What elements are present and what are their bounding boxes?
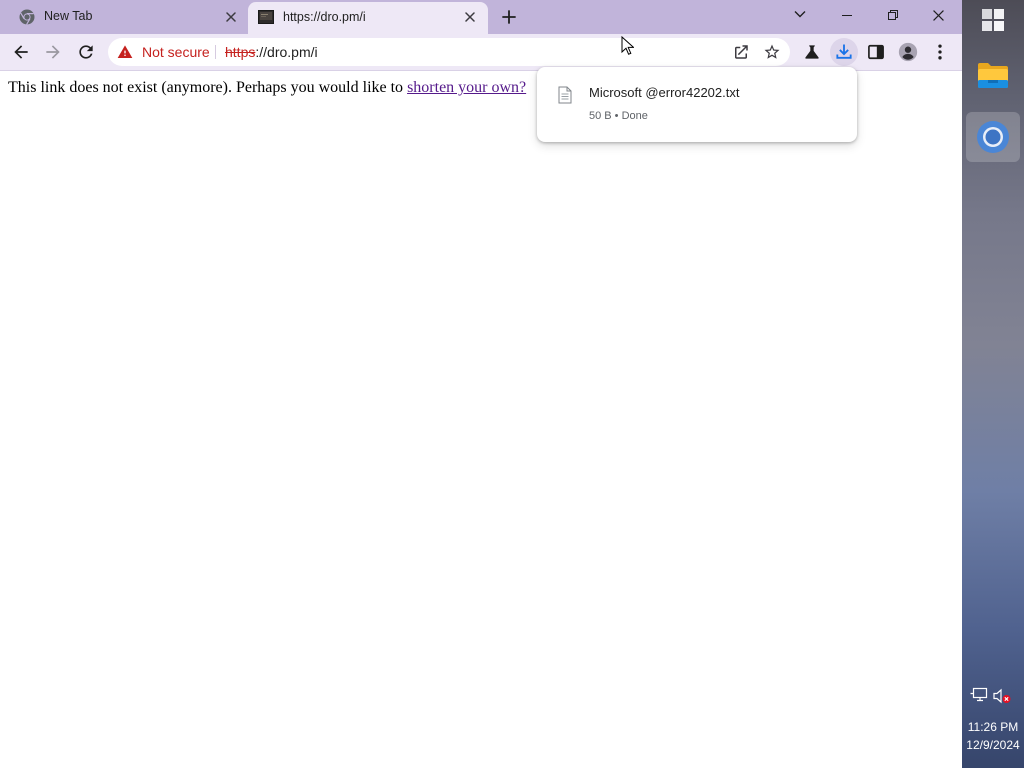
site-favicon-icon (258, 10, 274, 24)
minimize-icon (842, 15, 852, 16)
download-item[interactable] (589, 67, 849, 142)
more-menu-button[interactable] (926, 38, 954, 66)
share-button[interactable] (732, 43, 750, 61)
download-status: 50 B • Done (589, 110, 648, 122)
mouse-cursor-icon (621, 36, 634, 55)
forward-button[interactable] (39, 38, 67, 66)
url-scheme: https (225, 44, 256, 60)
close-window-button[interactable] (915, 0, 961, 30)
tab-new-tab[interactable]: New Tab (10, 0, 246, 34)
tab-dro-pm[interactable]: https://dro.pm/i (248, 2, 488, 34)
tab-title: New Tab (44, 9, 93, 23)
close-icon (226, 12, 236, 22)
tab-strip: New Tab https://dro.pm/i (0, 0, 962, 34)
side-panel-button[interactable] (862, 38, 890, 66)
url-text[interactable]: https://dro.pm/i (225, 38, 318, 66)
downloads-button[interactable] (830, 38, 858, 66)
tab-close-button[interactable] (221, 7, 241, 27)
page-content: This link does not exist (anymore). Perh… (0, 71, 962, 768)
address-bar[interactable]: Not secure https://dro.pm/i (108, 38, 790, 66)
chromium-icon (977, 121, 1009, 153)
tab-close-button[interactable] (460, 7, 480, 27)
download-bubble: Microsoft @error42202.txt 50 B • Done (537, 67, 857, 142)
network-icon (970, 687, 988, 702)
minimize-button[interactable] (824, 0, 870, 30)
reload-button[interactable] (72, 38, 100, 66)
forward-arrow-icon (46, 45, 60, 59)
chrome-logo-icon (19, 9, 35, 25)
tab-title: https://dro.pm/i (283, 10, 366, 24)
labs-button[interactable] (798, 38, 826, 66)
close-icon (465, 12, 475, 22)
start-button[interactable] (982, 9, 1004, 31)
security-label[interactable]: Not secure (142, 38, 210, 66)
star-icon (764, 44, 780, 59)
restore-button[interactable] (870, 0, 916, 30)
download-icon (836, 44, 852, 59)
site-info-button[interactable] (117, 44, 133, 60)
download-file-name[interactable]: Microsoft @error42202.txt (589, 85, 739, 101)
browser-window: New Tab https://dro.pm/i Not secure http… (0, 0, 962, 768)
taskbar: 11:26 PM 12/9/2024 (962, 0, 1024, 768)
more-menu-icon (938, 44, 942, 60)
restore-icon (888, 10, 898, 20)
text-file-icon (558, 86, 572, 104)
bookmark-button[interactable] (763, 43, 781, 61)
network-button[interactable] (970, 687, 988, 703)
url-host-path: ://dro.pm/i (255, 44, 318, 60)
clock-time[interactable]: 11:26 PM (962, 720, 1024, 734)
shorten-link[interactable]: shorten your own? (407, 79, 526, 96)
labs-flask-icon (805, 45, 819, 59)
profile-avatar-icon (898, 42, 918, 62)
back-button[interactable] (7, 38, 35, 66)
warning-triangle-icon (117, 45, 133, 58)
side-panel-icon (868, 44, 884, 60)
volume-button[interactable] (993, 688, 1011, 704)
profile-button[interactable] (894, 38, 922, 66)
tab-search-chevron-icon (794, 11, 806, 18)
file-explorer-icon (978, 63, 1008, 88)
start-icon (982, 9, 1004, 31)
chip-separator (215, 45, 216, 59)
file-explorer-button[interactable] (977, 61, 1009, 89)
close-window-icon (932, 9, 944, 21)
back-arrow-icon (14, 45, 28, 59)
volume-muted-icon (993, 688, 1011, 704)
chromium-taskbar-button[interactable] (966, 112, 1020, 162)
clock-date[interactable]: 12/9/2024 (962, 738, 1024, 752)
message-text: This link does not exist (anymore). Perh… (8, 79, 408, 96)
share-icon (735, 45, 748, 59)
new-tab-plus-icon (502, 10, 516, 24)
reload-icon (79, 45, 93, 59)
new-tab-button[interactable] (495, 3, 523, 31)
tab-search-button[interactable] (786, 0, 814, 28)
toolbar: Not secure https://dro.pm/i (0, 34, 962, 71)
